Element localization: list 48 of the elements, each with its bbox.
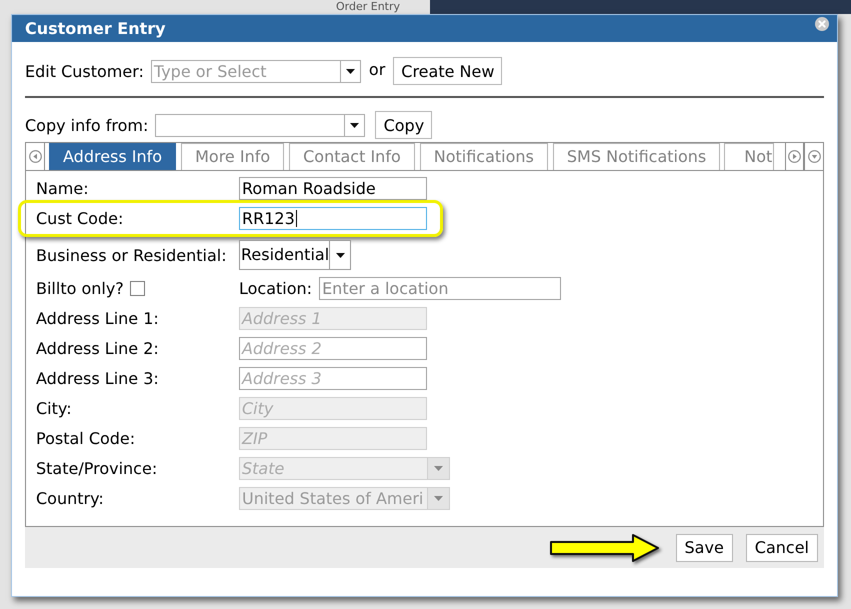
caret-icon	[350, 122, 360, 128]
field-label: Cust Code:	[36, 209, 124, 228]
caret-icon	[346, 68, 355, 74]
field-label: Address Line 3:	[36, 369, 160, 388]
field-label: Copy info from:	[25, 116, 148, 134]
close-icon[interactable]	[815, 16, 829, 30]
dialog-title: Customer Entry	[25, 19, 166, 38]
tab[interactable]: Address Info	[49, 143, 176, 170]
circle-left-icon	[28, 150, 42, 163]
scroll-right-button[interactable]	[785, 143, 804, 170]
tab[interactable]: More Info	[181, 143, 284, 170]
field-label: Edit Customer:	[25, 62, 144, 80]
field-label: Address Line 2:	[36, 339, 160, 358]
field-label: Location:	[239, 279, 312, 298]
field-label: Name:	[36, 179, 90, 198]
scroll-left-button[interactable]	[26, 143, 45, 170]
field-label: Address Line 1:	[36, 309, 160, 328]
field-label: City:	[36, 399, 73, 418]
field-label: Billto only?	[36, 279, 124, 298]
field-label: Postal Code:	[36, 429, 136, 448]
select-field[interactable]: Residential	[239, 240, 351, 270]
tab-menu-button[interactable]	[804, 143, 823, 170]
save-button[interactable]: Save	[676, 534, 733, 562]
page-title: Order Entry	[336, 0, 400, 13]
caret-icon	[434, 466, 443, 471]
tab[interactable]: SMS Notifications	[552, 143, 720, 170]
tab[interactable]: Contact Info	[289, 143, 415, 170]
circle-down-icon	[808, 150, 820, 163]
text-field[interactable]: Address 3	[239, 367, 427, 390]
checkbox[interactable]	[130, 281, 145, 296]
caret-icon	[336, 252, 345, 258]
tab[interactable]: Notifications	[420, 143, 548, 170]
separator-text: or	[368, 60, 386, 78]
tab[interactable]: Not	[724, 143, 774, 170]
customer-combo[interactable]: Type or Select	[150, 60, 361, 82]
caret-icon	[434, 496, 443, 501]
create-new-button[interactable]: Create New	[393, 57, 502, 85]
copy-button[interactable]: Copy	[375, 111, 432, 139]
text-cursor	[296, 210, 297, 227]
field-label: Country:	[36, 489, 105, 508]
text-field[interactable]: Address 2	[239, 337, 427, 360]
text-field[interactable]: Roman Roadside	[239, 177, 427, 200]
text-field[interactable]: RR123	[239, 207, 427, 230]
cancel-button[interactable]: Cancel	[746, 534, 818, 562]
circle-right-icon	[788, 150, 801, 163]
field-label: Business or Residential:	[36, 246, 228, 264]
field-label: State/Province:	[36, 459, 158, 478]
location-field[interactable]: Enter a location	[319, 277, 562, 300]
